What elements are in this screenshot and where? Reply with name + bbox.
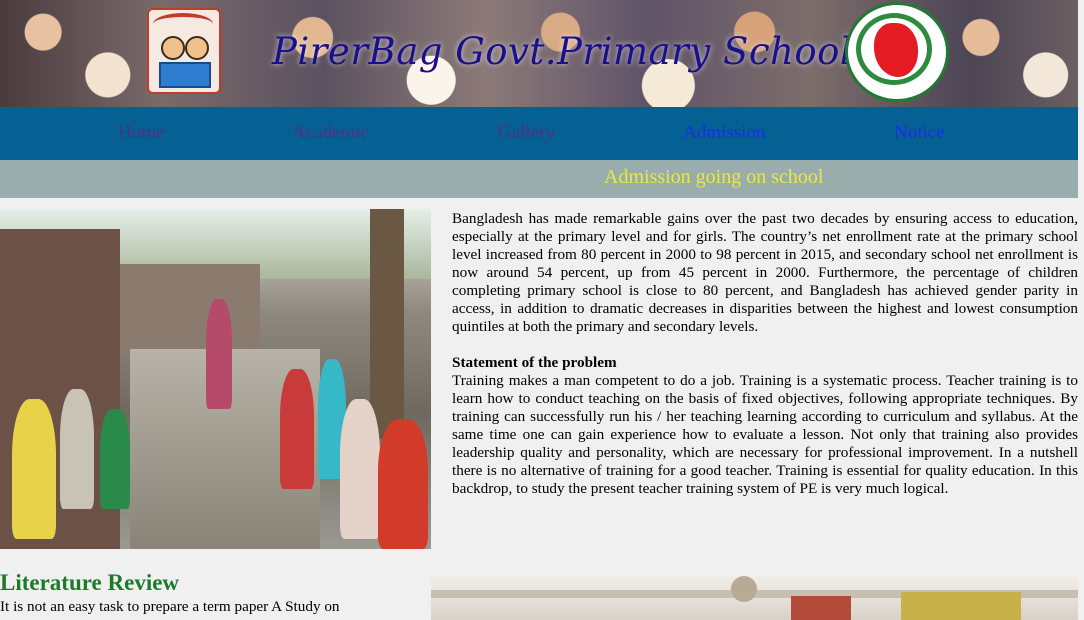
government-seal-icon (845, 2, 949, 102)
problem-heading: Statement of the problem (452, 354, 617, 371)
article-content: Bangladesh has made remarkable gains ove… (452, 210, 1078, 516)
nav-gallery-link[interactable]: Gallery (498, 122, 555, 144)
literature-review-paragraph: It is not an easy task to prepare a term… (0, 598, 340, 615)
problem-paragraph: Training makes a man competent to do a j… (452, 372, 1078, 497)
classroom-photo (0, 209, 431, 549)
literature-review-heading: Literature Review (0, 570, 180, 595)
nav-academic-link[interactable]: Academic (292, 122, 369, 144)
header-banner: PirerBag Govt.Primary School (0, 0, 1078, 107)
main-nav: Home Academic Gallery Admission Notice (0, 107, 1078, 160)
classroom-interior-photo (431, 570, 1078, 620)
announcement-marquee: Admission going on school (0, 160, 1078, 198)
intro-paragraph: Bangladesh has made remarkable gains ove… (452, 210, 1078, 335)
nav-admission-link[interactable]: Admission (683, 122, 765, 144)
marquee-text: Admission going on school (604, 166, 824, 188)
site-title: PirerBag Govt.Primary School (272, 30, 853, 73)
school-logo-icon (147, 8, 221, 94)
nav-home-link[interactable]: Home (118, 122, 164, 144)
nav-notice-link[interactable]: Notice (894, 122, 945, 144)
